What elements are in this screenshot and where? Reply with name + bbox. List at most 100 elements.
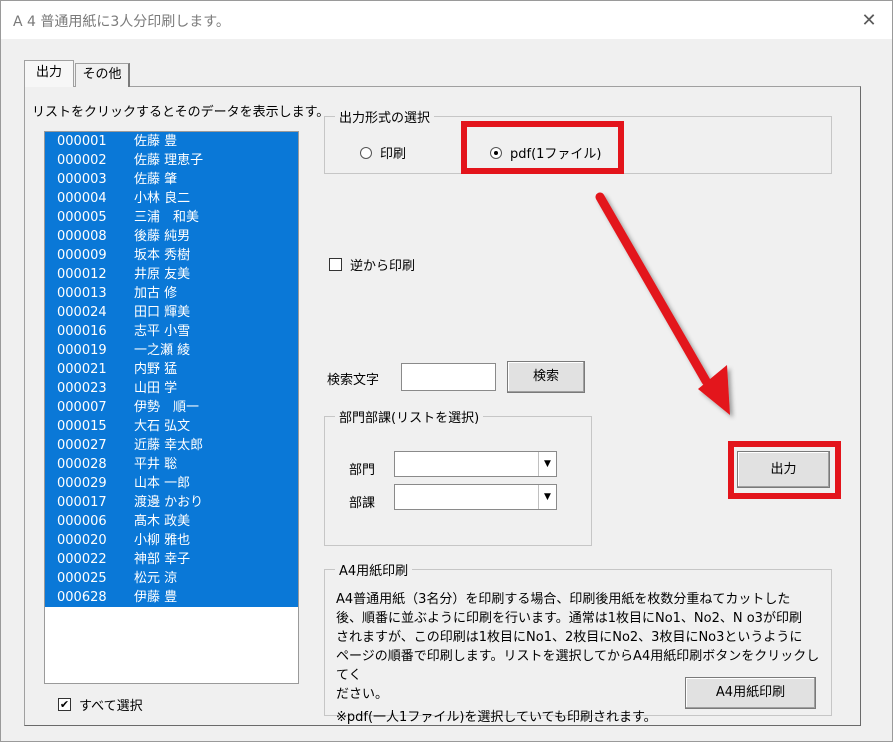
employee-name: 大石 弘文: [134, 419, 191, 434]
employee-code: 000012: [57, 267, 107, 282]
chevron-down-icon[interactable]: ▼: [538, 452, 556, 476]
radio-print[interactable]: 印刷: [360, 143, 406, 162]
search-button[interactable]: 検索: [507, 361, 585, 393]
employee-code: 000007: [57, 400, 107, 415]
employee-name: 小柳 雅也: [134, 533, 191, 548]
employee-code: 000020: [57, 533, 107, 548]
employee-code: 000003: [57, 172, 107, 187]
list-item[interactable]: 000006 髙木 政美: [45, 512, 298, 531]
employee-code: 000004: [57, 191, 107, 206]
employee-code: 000016: [57, 324, 107, 339]
list-item[interactable]: 000009 坂本 秀樹: [45, 246, 298, 265]
employee-name: 伊勢 順一: [134, 400, 200, 415]
a4-description-line: されますが、この印刷は1枚目にNo1、2枚目にNo2、3枚目にNo3というように: [336, 630, 803, 645]
section-combobox[interactable]: ▼: [394, 484, 557, 510]
employee-name: 後藤 純男: [134, 229, 191, 244]
list-item[interactable]: 000022 神部 幸子: [45, 550, 298, 569]
window-title: A 4 普通用紙に3人分印刷します。: [13, 14, 230, 30]
employee-name: 加古 修: [134, 286, 178, 301]
output-format-group: 出力形式の選択 印刷 pdf(1ファイル): [324, 107, 832, 174]
a4-description-line: ※pdf(一人1ファイル)を選択していても印刷されます。: [336, 710, 657, 725]
employee-code: 000021: [57, 362, 107, 377]
radio-pdf-label: pdf(1ファイル): [510, 147, 602, 162]
employee-name: 渡邊 かおり: [134, 495, 204, 510]
employee-name: 志平 小雪: [134, 324, 191, 339]
employee-code: 000025: [57, 571, 107, 586]
employee-name: 伊藤 豊: [134, 590, 178, 605]
tab-other[interactable]: その他: [75, 63, 130, 87]
radio-pdf[interactable]: pdf(1ファイル): [490, 143, 602, 162]
list-item[interactable]: 000027 近藤 幸太郎: [45, 436, 298, 455]
list-item[interactable]: 000029 山本 一郎: [45, 474, 298, 493]
list-item[interactable]: 000024 田口 輝美: [45, 303, 298, 322]
employee-code: 000022: [57, 552, 107, 567]
list-item[interactable]: 000013 加古 修: [45, 284, 298, 303]
tab-output[interactable]: 出力: [24, 60, 74, 87]
reverse-print-box[interactable]: [329, 258, 342, 271]
list-caption: リストをクリックするとそのデータを表示します。: [32, 105, 330, 120]
employee-code: 000628: [57, 590, 107, 605]
employee-code: 000006: [57, 514, 107, 529]
radio-pdf-dot[interactable]: [490, 146, 502, 159]
list-item[interactable]: 000023 山田 学: [45, 379, 298, 398]
employee-name: 松元 涼: [134, 571, 178, 586]
list-item[interactable]: 000008 後藤 純男: [45, 227, 298, 246]
list-item[interactable]: 000005 三浦 和美: [45, 208, 298, 227]
employee-name: 神部 幸子: [134, 552, 191, 567]
chevron-down-icon[interactable]: ▼: [538, 485, 556, 509]
a4-description-line: A4普通用紙（3名分）を印刷する場合、印刷後用紙を枚数分重ねてカットした: [336, 592, 791, 607]
close-icon[interactable]: ✕: [846, 1, 892, 39]
list-item[interactable]: 000012 井原 友美: [45, 265, 298, 284]
employee-code: 000024: [57, 305, 107, 320]
red-arrow-icon: [595, 192, 730, 415]
list-item[interactable]: 000019 一之瀬 綾: [45, 341, 298, 360]
list-item[interactable]: 000021 内野 猛: [45, 360, 298, 379]
list-item[interactable]: 000025 松元 涼: [45, 569, 298, 588]
list-item[interactable]: 000004 小林 良二: [45, 189, 298, 208]
list-item[interactable]: 000628 伊藤 豊: [45, 588, 298, 607]
list-item[interactable]: 000001 佐藤 豊: [45, 132, 298, 151]
employee-code: 000013: [57, 286, 107, 301]
dept-label: 部門: [349, 463, 376, 478]
list-item[interactable]: 000007 伊勢 順一: [45, 398, 298, 417]
dept-combobox[interactable]: ▼: [394, 451, 557, 477]
reverse-print-checkbox[interactable]: 逆から印刷: [329, 255, 415, 274]
employee-name: 佐藤 肇: [134, 172, 178, 187]
department-group: 部門部課(リストを選択): [324, 407, 592, 546]
title-bar: A 4 普通用紙に3人分印刷します。 ✕: [1, 1, 892, 39]
department-group-label: 部門部課(リストを選択): [335, 407, 484, 426]
output-button[interactable]: 出力: [737, 451, 830, 488]
a4-print-button[interactable]: A4用紙印刷: [685, 677, 816, 709]
list-item[interactable]: 000028 平井 聡: [45, 455, 298, 474]
list-item[interactable]: 000003 佐藤 肇: [45, 170, 298, 189]
employee-name: 平井 聡: [134, 457, 178, 472]
employee-code: 000009: [57, 248, 107, 263]
search-input[interactable]: [401, 363, 496, 391]
radio-print-dot[interactable]: [360, 146, 372, 159]
checkbox-box[interactable]: ✔: [58, 698, 71, 711]
employee-name: 山田 学: [134, 381, 178, 396]
select-all-checkbox[interactable]: ✔ すべて選択: [58, 695, 143, 714]
employee-name: 田口 輝美: [134, 305, 191, 320]
employee-code: 000005: [57, 210, 107, 225]
employee-code: 000008: [57, 229, 107, 244]
employee-code: 000023: [57, 381, 107, 396]
search-label: 検索文字: [327, 373, 380, 388]
list-item[interactable]: 000016 志平 小雪: [45, 322, 298, 341]
section-label: 部課: [349, 496, 376, 511]
employee-code: 000029: [57, 476, 107, 491]
employee-code: 000015: [57, 419, 107, 434]
employee-code: 000019: [57, 343, 107, 358]
list-item[interactable]: 000017 渡邊 かおり: [45, 493, 298, 512]
employee-code: 000028: [57, 457, 107, 472]
a4-description-line: 後、順番に並ぶように印刷を行います。通常は1枚目にNo1、No2、N o3が印刷: [336, 611, 802, 626]
employee-name: 近藤 幸太郎: [134, 438, 204, 453]
employee-name: 小林 良二: [134, 191, 191, 206]
employee-name: 内野 猛: [134, 362, 178, 377]
list-item[interactable]: 000020 小柳 雅也: [45, 531, 298, 550]
list-item[interactable]: 000002 佐藤 理恵子: [45, 151, 298, 170]
employee-code: 000027: [57, 438, 107, 453]
employee-name: 一之瀬 綾: [134, 343, 191, 358]
list-item[interactable]: 000015 大石 弘文: [45, 417, 298, 436]
employee-listbox[interactable]: 000001 佐藤 豊 000002 佐藤 理恵子 000003 佐藤 肇 000004 小林…: [44, 131, 299, 684]
